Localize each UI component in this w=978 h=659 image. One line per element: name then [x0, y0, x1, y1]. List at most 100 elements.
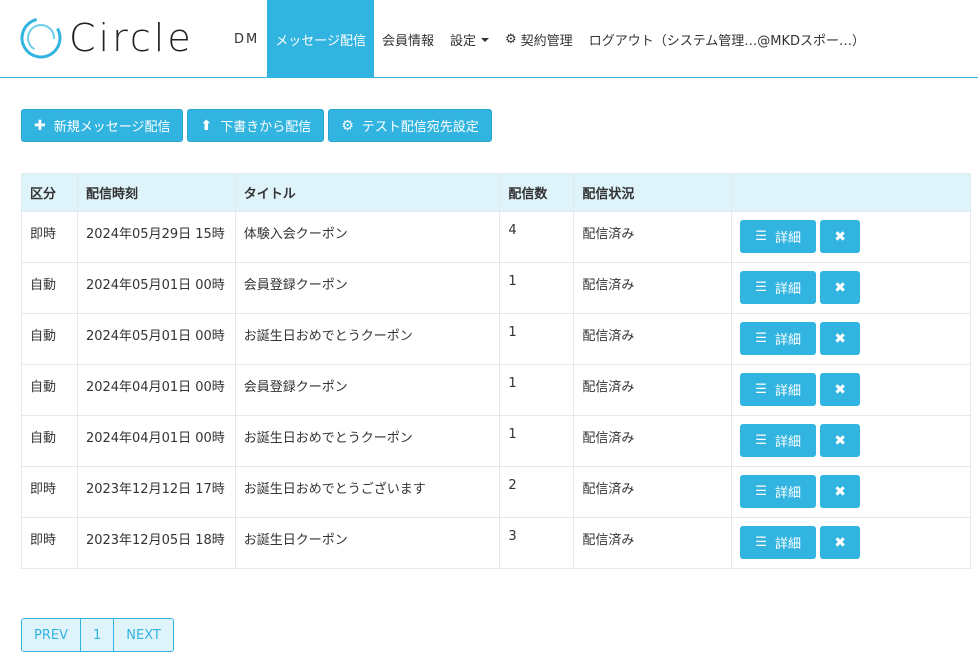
cell-title: 体験入会クーポン	[234, 211, 501, 263]
delete-button[interactable]: ✖	[820, 526, 861, 559]
detail-button[interactable]: ☰ 詳細	[740, 322, 817, 355]
cell-count: 1	[499, 415, 575, 467]
table-row: 自動 2024年05月01日 00時 会員登録クーポン 1 配信済み ☰ 詳細 ✖	[21, 262, 971, 314]
caret-down-icon	[481, 38, 490, 42]
delete-button[interactable]: ✖	[820, 220, 861, 253]
nav-message-delivery[interactable]: メッセージ配信	[267, 0, 374, 78]
toolbar: ✚ 新規メッセージ配信 ⬆ 下書きから配信 ⚙ テスト配信宛先設定	[21, 109, 492, 142]
test-recipient-button[interactable]: ⚙ テスト配信宛先設定	[328, 109, 492, 142]
nav-contract[interactable]: ⚙ 契約管理	[497, 0, 581, 78]
table-row: 自動 2024年04月01日 00時 会員登録クーポン 1 配信済み ☰ 詳細 ✖	[21, 364, 971, 416]
cell-count: 1	[499, 364, 575, 416]
detail-label: 詳細	[774, 231, 801, 246]
plus-icon: ✚	[34, 117, 46, 134]
delete-button[interactable]: ✖	[820, 322, 861, 355]
draft-delivery-button[interactable]: ⬆ 下書きから配信	[187, 109, 325, 142]
cell-type: 即時	[21, 466, 78, 518]
cell-status: 配信済み	[573, 211, 733, 263]
close-icon: ✖	[834, 534, 846, 551]
test-recipient-label: テスト配信宛先設定	[361, 120, 479, 135]
table-row: 自動 2024年04月01日 00時 お誕生日おめでとうクーポン 1 配信済み ☰ 詳細 ✖	[21, 415, 971, 467]
cell-count: 3	[499, 517, 575, 569]
close-icon: ✖	[834, 228, 846, 245]
list-icon: ☰	[755, 484, 767, 499]
logo-text: Circle	[69, 16, 194, 60]
new-message-button[interactable]: ✚ 新規メッセージ配信	[21, 109, 184, 142]
delete-button[interactable]: ✖	[820, 373, 861, 406]
header-actions	[731, 173, 971, 212]
cell-status: 配信済み	[573, 313, 733, 365]
detail-label: 詳細	[774, 384, 801, 399]
delete-button[interactable]: ✖	[820, 475, 861, 508]
detail-button[interactable]: ☰ 詳細	[740, 373, 817, 406]
detail-label: 詳細	[774, 282, 801, 297]
cell-count: 4	[499, 211, 575, 263]
detail-label: 詳細	[774, 537, 801, 552]
nav-settings[interactable]: 設定	[442, 0, 497, 78]
cell-title: お誕生日おめでとうクーポン	[234, 415, 501, 467]
nav-logout[interactable]: ログアウト（システム管理…@MKDスポー…）	[581, 0, 873, 78]
list-icon: ☰	[755, 535, 767, 550]
close-icon: ✖	[834, 483, 846, 500]
prev-button[interactable]: PREV	[22, 619, 81, 651]
nav-logout-label: ログアウト（システム管理…@MKDスポー…）	[588, 33, 866, 49]
cell-actions: ☰ 詳細 ✖	[731, 415, 971, 467]
detail-button[interactable]: ☰ 詳細	[740, 526, 817, 559]
nav-dm[interactable]: DM	[226, 0, 267, 78]
cell-count: 2	[499, 466, 575, 518]
detail-button[interactable]: ☰ 詳細	[740, 475, 817, 508]
row-actions: ☰ 詳細 ✖	[740, 322, 962, 355]
cell-title: お誕生日おめでとうございます	[234, 466, 501, 518]
cell-title: お誕生日クーポン	[234, 517, 501, 569]
nav-contract-label: 契約管理	[520, 33, 573, 49]
detail-label: 詳細	[774, 435, 801, 450]
table-header-row: 区分 配信時刻 タイトル 配信数 配信状況	[21, 173, 971, 212]
cell-status: 配信済み	[573, 517, 733, 569]
cell-actions: ☰ 詳細 ✖	[731, 517, 971, 569]
list-icon: ☰	[755, 280, 767, 295]
cell-time: 2024年04月01日 00時	[76, 415, 236, 467]
nav-settings-label: 設定	[450, 33, 477, 49]
table-row: 即時 2024年05月29日 15時 体験入会クーポン 4 配信済み ☰ 詳細 ✖	[21, 211, 971, 263]
list-icon: ☰	[755, 229, 767, 244]
cell-time: 2024年05月29日 15時	[76, 211, 236, 263]
cell-time: 2024年05月01日 00時	[76, 262, 236, 314]
header-status: 配信状況	[573, 173, 733, 212]
nav-dm-label: DM	[234, 31, 260, 47]
cell-type: 即時	[21, 517, 78, 569]
page-1-button[interactable]: 1	[80, 619, 115, 651]
cell-actions: ☰ 詳細 ✖	[731, 364, 971, 416]
cell-title: 会員登録クーポン	[234, 364, 501, 416]
nav-message-delivery-label: メッセージ配信	[275, 33, 366, 49]
detail-button[interactable]: ☰ 詳細	[740, 220, 817, 253]
gear-icon: ⚙	[505, 31, 517, 47]
cell-time: 2024年05月01日 00時	[76, 313, 236, 365]
cell-time: 2023年12月05日 18時	[76, 517, 236, 569]
cell-time: 2023年12月12日 17時	[76, 466, 236, 518]
detail-button[interactable]: ☰ 詳細	[740, 271, 817, 304]
header-title: タイトル	[234, 173, 501, 212]
cell-count: 1	[499, 262, 575, 314]
close-icon: ✖	[834, 381, 846, 398]
list-icon: ☰	[755, 433, 767, 448]
close-icon: ✖	[834, 330, 846, 347]
delete-button[interactable]: ✖	[820, 424, 861, 457]
table-row: 即時 2023年12月05日 18時 お誕生日クーポン 3 配信済み ☰ 詳細 ✖	[21, 517, 971, 569]
delete-button[interactable]: ✖	[820, 271, 861, 304]
nav-member-info[interactable]: 会員情報	[374, 0, 442, 78]
detail-button[interactable]: ☰ 詳細	[740, 424, 817, 457]
logo[interactable]: Circle	[19, 16, 194, 60]
cell-status: 配信済み	[573, 466, 733, 518]
cell-actions: ☰ 詳細 ✖	[731, 262, 971, 314]
cell-actions: ☰ 詳細 ✖	[731, 466, 971, 518]
cell-title: 会員登録クーポン	[234, 262, 501, 314]
cell-title: お誕生日おめでとうクーポン	[234, 313, 501, 365]
draft-delivery-label: 下書きから配信	[220, 120, 312, 135]
list-icon: ☰	[755, 382, 767, 397]
next-button[interactable]: NEXT	[114, 619, 173, 651]
close-icon: ✖	[834, 279, 846, 296]
row-actions: ☰ 詳細 ✖	[740, 220, 962, 253]
cell-type: 即時	[21, 211, 78, 263]
cell-status: 配信済み	[573, 364, 733, 416]
row-actions: ☰ 詳細 ✖	[740, 475, 962, 508]
